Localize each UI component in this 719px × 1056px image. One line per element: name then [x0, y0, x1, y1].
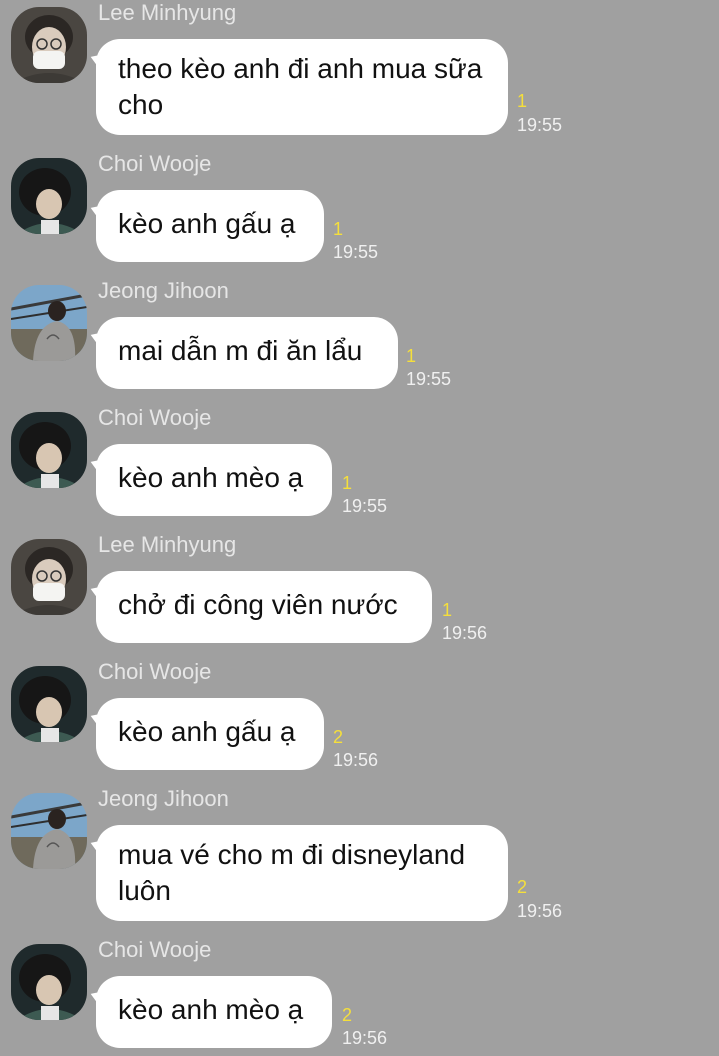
sender-name: Choi Wooje [98, 659, 212, 684]
message-bubble[interactable]: kèo anh mèo ạ [96, 444, 332, 516]
sender-name: Choi Wooje [98, 151, 212, 176]
timestamp: 19:56 [333, 750, 379, 770]
message-row: Choi Wooje kèo anh gấu ạ 1 19:55 [0, 151, 719, 268]
message-row: Choi Wooje kèo anh mèo ạ 1 19:55 [0, 405, 719, 522]
unread-count: 1 [406, 346, 417, 366]
message-bubble[interactable]: kèo anh gấu ạ [96, 698, 324, 770]
message-row: Jeong Jihoon mai dẫn m đi ăn lẩu 1 19:55 [0, 278, 719, 395]
avatar-choi-wooje-icon[interactable] [11, 412, 87, 488]
sender-name: Jeong Jihoon [98, 786, 229, 811]
avatar-choi-wooje-icon[interactable] [11, 944, 87, 1020]
message-bubble[interactable]: mua vé cho m đi disneyland luôn [96, 825, 508, 921]
avatar-jeong-jihoon-icon[interactable] [11, 285, 87, 361]
unread-count: 2 [342, 1005, 353, 1025]
message-bubble[interactable]: mai dẫn m đi ăn lẩu [96, 317, 398, 389]
message-row: Jeong Jihoon mua vé cho m đi disneyland … [0, 786, 719, 923]
message-bubble[interactable]: theo kèo anh đi anh mua sữa cho [96, 39, 508, 135]
message-row: Choi Wooje kèo anh gấu ạ 2 19:56 [0, 659, 719, 776]
unread-count: 1 [342, 473, 353, 493]
sender-name: Choi Wooje [98, 937, 212, 962]
message-row: Lee Minhyung theo kèo anh đi anh mua sữa… [0, 0, 719, 137]
avatar-jeong-jihoon-icon[interactable] [11, 793, 87, 869]
unread-count: 2 [333, 727, 344, 747]
unread-count: 1 [517, 91, 528, 111]
sender-name: Lee Minhyung [98, 532, 237, 557]
timestamp: 19:55 [333, 242, 379, 262]
timestamp: 19:55 [406, 369, 452, 389]
timestamp: 19:56 [442, 623, 488, 643]
unread-count: 1 [442, 600, 453, 620]
message-bubble[interactable]: kèo anh gấu ạ [96, 190, 324, 262]
message-row: Lee Minhyung chở đi công viên nước 1 19:… [0, 532, 719, 649]
avatar-choi-wooje-icon[interactable] [11, 666, 87, 742]
timestamp: 19:56 [342, 1028, 388, 1048]
message-row: Choi Wooje kèo anh mèo ạ 2 19:56 [0, 937, 719, 1054]
avatar-choi-wooje-icon[interactable] [11, 158, 87, 234]
timestamp: 19:55 [517, 115, 563, 135]
sender-name: Jeong Jihoon [98, 278, 229, 303]
message-bubble[interactable]: chở đi công viên nước [96, 571, 432, 643]
unread-count: 2 [517, 877, 528, 897]
avatar-lee-minhyung-icon[interactable] [11, 7, 87, 83]
timestamp: 19:55 [342, 496, 388, 516]
message-bubble[interactable]: kèo anh mèo ạ [96, 976, 332, 1048]
unread-count: 1 [333, 219, 344, 239]
sender-name: Lee Minhyung [98, 0, 237, 25]
sender-name: Choi Wooje [98, 405, 212, 430]
avatar-lee-minhyung-icon[interactable] [11, 539, 87, 615]
timestamp: 19:56 [517, 901, 563, 921]
